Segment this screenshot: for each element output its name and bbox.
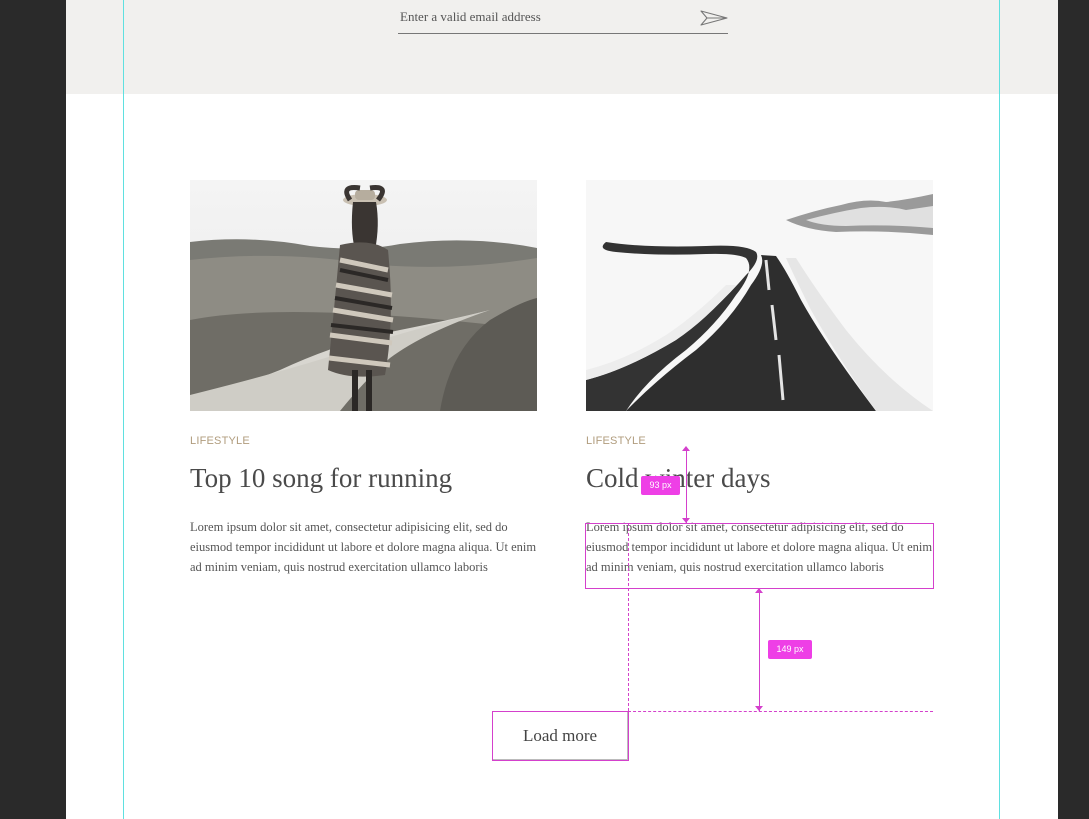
spec-measurement-badge: 93 px	[641, 476, 680, 495]
spec-highlight-excerpt	[585, 523, 934, 589]
arrow-up-icon	[755, 588, 763, 593]
post-image-woman-on-road[interactable]	[190, 180, 537, 411]
post-image-snowy-road[interactable]	[586, 180, 933, 411]
spec-measure-line	[759, 589, 760, 711]
post-card[interactable]: LIFESTYLE Top 10 song for running Lorem …	[190, 180, 537, 574]
post-excerpt: Lorem ipsum dolor sit amet, consectetur …	[190, 520, 537, 574]
spec-measurement-badge: 149 px	[768, 640, 812, 659]
arrow-down-icon	[682, 518, 690, 523]
arrow-up-icon	[682, 446, 690, 451]
post-category[interactable]: LIFESTYLE	[190, 435, 250, 447]
layout-guide-right	[999, 0, 1000, 819]
spec-guide-line	[628, 711, 933, 712]
email-input[interactable]	[400, 7, 690, 27]
paper-plane-icon[interactable]	[700, 9, 728, 27]
spec-guide-line	[628, 523, 629, 711]
post-card[interactable]: LIFESTYLE Cold winter days Lorem ipsum d…	[586, 180, 933, 574]
spec-highlight-button	[492, 711, 629, 761]
post-title[interactable]: Top 10 song for running	[190, 463, 452, 494]
page-artboard: LIFESTYLE Top 10 song for running Lorem …	[66, 0, 1058, 819]
layout-guide-left	[123, 0, 124, 819]
spec-measure-line	[686, 449, 687, 523]
post-category[interactable]: LIFESTYLE	[586, 435, 646, 447]
email-field[interactable]	[398, 0, 728, 34]
newsletter-section	[66, 0, 1058, 94]
